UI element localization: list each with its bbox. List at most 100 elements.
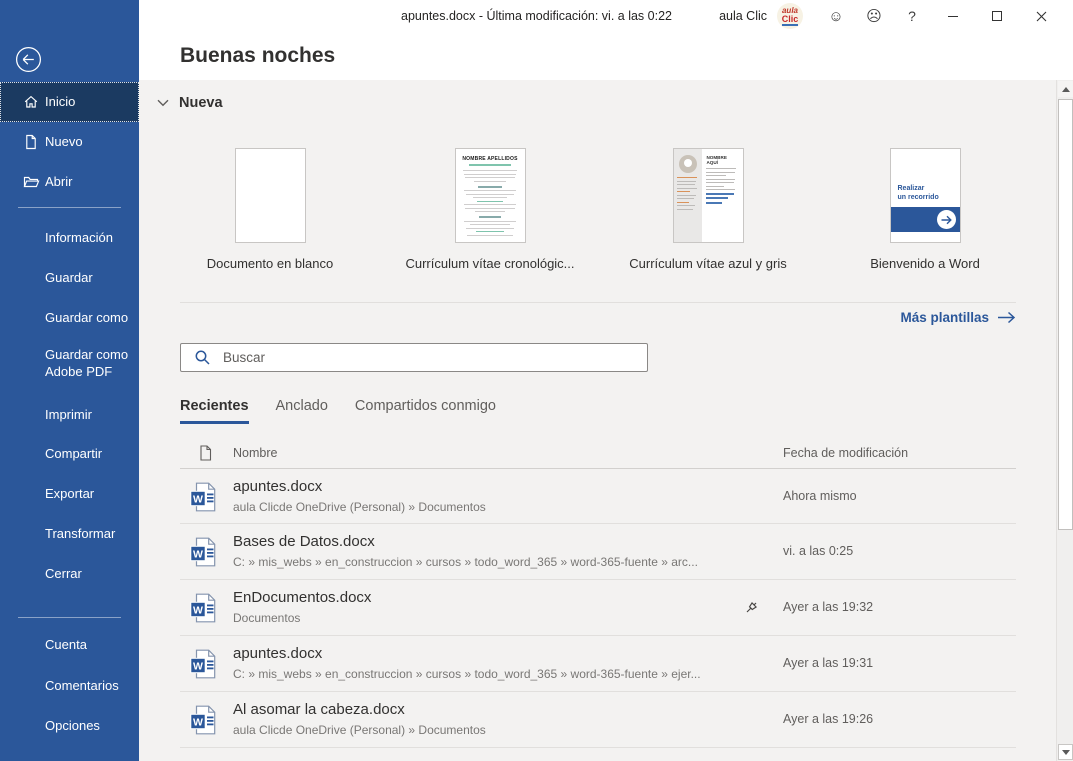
sidebar-item-guardar-como-adobe-pdf[interactable]: Guardar como Adobe PDF xyxy=(0,341,139,387)
template-card-curriculum-vitae-cronologic[interactable]: NOMBRE APELLIDOS Currículum vítae cronol… xyxy=(390,148,590,271)
sidebar-item-cuenta[interactable]: Cuenta xyxy=(0,625,139,665)
sidebar-item-abrir[interactable]: Abrir xyxy=(0,162,139,202)
avatar-photo xyxy=(679,155,697,173)
sidebar-item-label: Guardar xyxy=(45,270,101,287)
sidebar-item-label: Información xyxy=(45,230,121,247)
document-icon xyxy=(199,445,212,461)
word-file-icon: W xyxy=(190,537,217,572)
file-name: Bases de Datos.docx xyxy=(233,533,375,550)
titlebar-controls: aula Clic aula Clic ☺ ☹ ? xyxy=(709,0,1063,32)
template-thumbnail: NOMBRE AQUÍ xyxy=(673,148,744,243)
smiley-icon[interactable]: ☺ xyxy=(817,0,855,32)
account-avatar[interactable]: aula Clic xyxy=(777,3,803,29)
back-button[interactable] xyxy=(14,45,43,74)
new-section-header[interactable]: Nueva xyxy=(157,95,223,111)
word-file-icon: W xyxy=(190,593,217,628)
file-location: aula Clicde OneDrive (Personal) » Docume… xyxy=(233,723,486,737)
file-location: aula Clicde OneDrive (Personal) » Docume… xyxy=(233,500,486,514)
divider xyxy=(180,302,1016,303)
template-thumbnail xyxy=(235,148,306,243)
greeting-text: Buenas noches xyxy=(180,44,335,68)
template-card-bienvenido-a-word[interactable]: Realizarun recorrido Bienvenido a Word xyxy=(825,148,1025,271)
titlebar: apuntes.docx - Última modificación: vi. … xyxy=(0,0,1073,32)
search-input[interactable] xyxy=(180,343,648,372)
pin-icon[interactable] xyxy=(743,599,760,616)
template-label: Bienvenido a Word xyxy=(825,256,1025,271)
sidebar-item-guardar-como[interactable]: Guardar como xyxy=(0,298,139,338)
tour-arrow-icon xyxy=(937,210,956,229)
sidebar-item-label: Transformar xyxy=(45,526,123,543)
recent-file-row[interactable]: W apuntes.docx aula Clicde OneDrive (Per… xyxy=(180,468,1016,524)
sidebar-item-label: Cuenta xyxy=(45,637,95,654)
search-icon xyxy=(194,349,211,366)
template-thumbnail: NOMBRE APELLIDOS xyxy=(455,148,526,243)
file-name: Al asomar la cabeza.docx xyxy=(233,701,405,718)
arrow-right-icon xyxy=(997,311,1016,324)
file-date: Ayer a las 19:31 xyxy=(783,656,873,670)
tab-anclado[interactable]: Anclado xyxy=(276,398,328,424)
column-header-date[interactable]: Fecha de modificación xyxy=(783,446,908,460)
sidebar-item-exportar[interactable]: Exportar xyxy=(0,474,139,514)
svg-text:W: W xyxy=(193,717,203,729)
maximize-button[interactable] xyxy=(975,0,1019,32)
cv-thumbnail-content: NOMBRE APELLIDOS xyxy=(456,149,525,243)
file-name: apuntes.docx xyxy=(233,478,322,495)
cv-thumbnail-content: NOMBRE AQUÍ xyxy=(674,149,743,242)
sidebar-item-compartir[interactable]: Compartir xyxy=(0,434,139,474)
scrollbar[interactable] xyxy=(1056,80,1073,761)
minimize-button[interactable] xyxy=(931,0,975,32)
open-folder-icon xyxy=(23,174,39,190)
recent-tabs: Recientes Anclado Compartidos conmigo xyxy=(180,398,496,424)
svg-text:W: W xyxy=(193,494,203,506)
sidebar-item-informacion[interactable]: Información xyxy=(0,218,139,258)
sidebar-item-inicio[interactable]: Inicio xyxy=(0,82,139,122)
file-name: apuntes.docx xyxy=(233,645,322,662)
scroll-down-button[interactable] xyxy=(1058,744,1073,760)
sidebar-item-cerrar[interactable]: Cerrar xyxy=(0,554,139,594)
recent-file-row[interactable]: W EnDocumentos.docx Documentos Ayer a la… xyxy=(180,580,1016,636)
scroll-thumb[interactable] xyxy=(1058,99,1073,530)
file-name: EnDocumentos.docx xyxy=(233,589,371,606)
new-doc-icon xyxy=(23,134,39,150)
template-label: Currículum vítae cronológic... xyxy=(390,256,590,271)
more-templates-label: Más plantillas xyxy=(900,310,989,325)
file-date: Ahora mismo xyxy=(783,489,857,503)
sidebar-item-guardar[interactable]: Guardar xyxy=(0,258,139,298)
template-card-curriculum-vitae-azul-y-gris[interactable]: NOMBRE AQUÍ Currículum vítae azul y gris xyxy=(608,148,808,271)
frowny-icon[interactable]: ☹ xyxy=(855,0,893,32)
thumb-text: Realizarun recorrido xyxy=(898,185,939,203)
sidebar-item-imprimir[interactable]: Imprimir xyxy=(0,395,139,435)
account-name[interactable]: aula Clic xyxy=(709,0,777,32)
close-button[interactable] xyxy=(1019,0,1063,32)
file-location: C: » mis_webs » en_construccion » cursos… xyxy=(233,555,698,569)
recent-file-row[interactable]: W Bases de Datos.docx C: » mis_webs » en… xyxy=(180,524,1016,580)
recent-file-row[interactable]: W apuntes.docx C: » mis_webs » en_constr… xyxy=(180,636,1016,692)
sidebar-item-label: Comentarios xyxy=(45,678,127,695)
tab-recientes[interactable]: Recientes xyxy=(180,398,249,424)
svg-text:W: W xyxy=(193,549,203,561)
sidebar-item-label: Exportar xyxy=(45,486,102,503)
avatar-text-bottom: Clic xyxy=(782,15,799,26)
sidebar-item-nuevo[interactable]: Nuevo xyxy=(0,122,139,162)
sidebar-item-transformar[interactable]: Transformar xyxy=(0,514,139,554)
recent-file-row[interactable]: W Al asomar la cabeza.docx aula Clicde O… xyxy=(180,692,1016,748)
new-section-title: Nueva xyxy=(179,95,223,111)
scroll-up-button[interactable] xyxy=(1058,81,1073,97)
help-button[interactable]: ? xyxy=(893,0,931,32)
close-icon xyxy=(1036,11,1047,22)
table-header: Nombre Fecha de modificación xyxy=(180,443,1016,467)
template-thumbnail: Realizarun recorrido xyxy=(890,148,961,243)
column-header-name[interactable]: Nombre xyxy=(233,446,277,460)
template-label: Currículum vítae azul y gris xyxy=(608,256,808,271)
sidebar-item-comentarios[interactable]: Comentarios xyxy=(0,666,139,706)
sidebar-item-label: Nuevo xyxy=(45,134,91,151)
svg-text:W: W xyxy=(193,605,203,617)
word-file-icon: W xyxy=(190,482,217,517)
more-templates-link[interactable]: Más plantillas xyxy=(900,310,1016,325)
template-card-documento-en-blanco[interactable]: Documento en blanco xyxy=(170,148,370,271)
sidebar-item-opciones[interactable]: Opciones xyxy=(0,706,139,746)
tab-compartidos-conmigo[interactable]: Compartidos conmigo xyxy=(355,398,496,424)
template-label: Documento en blanco xyxy=(170,256,370,271)
sidebar-item-label: Guardar como Adobe PDF xyxy=(45,347,139,381)
welcome-thumbnail-content: Realizarun recorrido xyxy=(891,149,960,242)
